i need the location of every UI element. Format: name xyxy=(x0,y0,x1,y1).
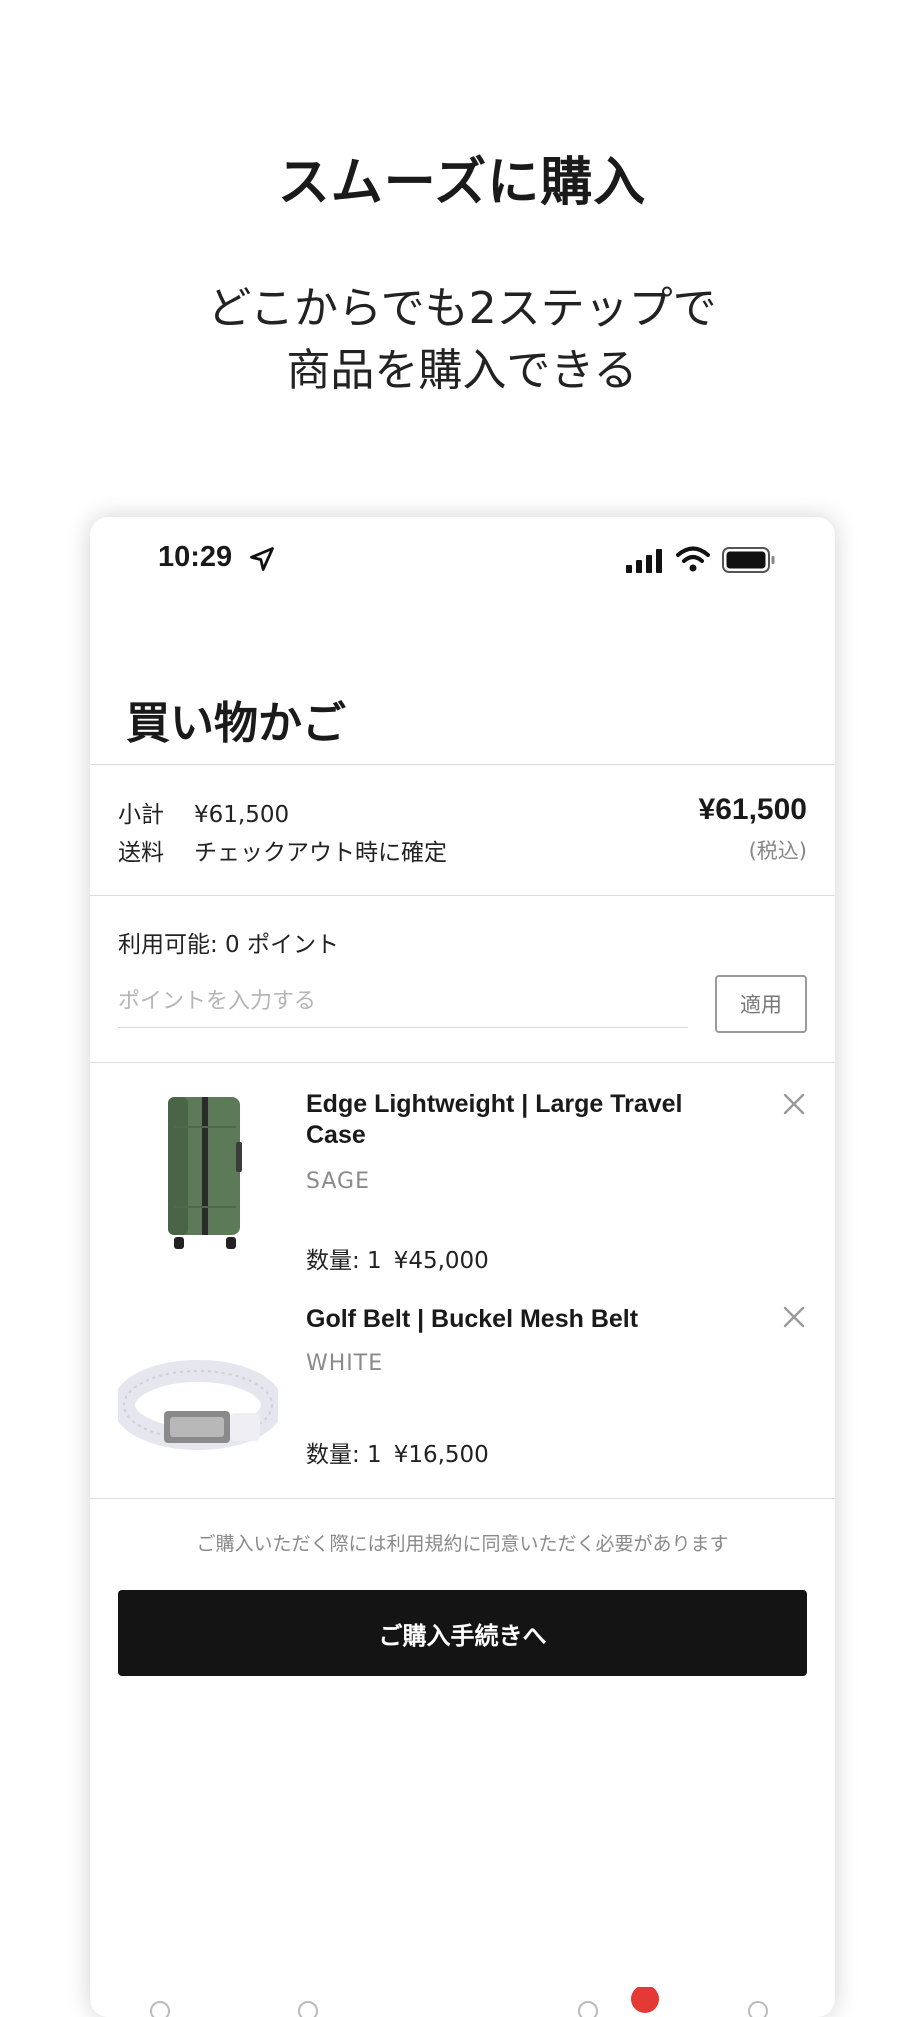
close-icon[interactable] xyxy=(781,1304,807,1330)
status-time: 10:29 xyxy=(158,541,233,573)
apply-points-button[interactable]: 適用 xyxy=(715,975,807,1033)
tab-icon-partial xyxy=(298,2001,318,2017)
tax-note: (税込) xyxy=(748,839,807,863)
item-price: ¥45,000 xyxy=(393,1248,489,1274)
divider xyxy=(90,895,835,896)
item-quantity: 数量: 1 xyxy=(306,1442,382,1468)
terms-note: ご購入いただく際には利用規約に同意いただく必要があります xyxy=(196,1533,729,1555)
item-name[interactable]: Golf Belt | Buckel Mesh Belt xyxy=(306,1304,726,1335)
divider xyxy=(90,764,835,765)
page-title: 買い物かご xyxy=(126,698,346,749)
promo-title: スムーズに購入 xyxy=(277,153,647,213)
product-image-suitcase xyxy=(168,1097,242,1249)
divider xyxy=(90,1498,835,1499)
tab-icon-partial xyxy=(150,2001,170,2017)
wifi-icon xyxy=(676,546,710,572)
product-image-belt xyxy=(118,1360,278,1450)
subtotal-value: ¥61,500 xyxy=(194,802,290,828)
item-color: WHITE xyxy=(306,1351,384,1376)
tab-icon-partial xyxy=(748,2001,768,2017)
promo-subtitle-line2: 商品を購入できる xyxy=(286,345,638,396)
battery-icon xyxy=(722,547,775,573)
checkout-button[interactable]: ご購入手続きへ xyxy=(118,1590,807,1676)
shipping-row: 送料 チェックアウト時に確定 xyxy=(118,833,447,867)
shipping-label: 送料 xyxy=(118,840,164,866)
item-name[interactable]: Edge Lightweight | Large Travel Case xyxy=(306,1089,726,1151)
item-color: SAGE xyxy=(306,1169,370,1194)
notification-badge xyxy=(631,1987,659,2013)
points-available-label: 利用可能: 0 ポイント xyxy=(118,932,340,958)
tab-bar-partial xyxy=(150,1987,768,2017)
total-price: ¥61,500 xyxy=(698,793,807,826)
item-quantity-price: 数量: 1 ¥16,500 xyxy=(306,1435,489,1469)
tab-icon-partial xyxy=(578,2001,598,2017)
item-quantity-price: 数量: 1 ¥45,000 xyxy=(306,1241,489,1275)
subtotal-row: 小計 ¥61,500 xyxy=(118,795,289,829)
item-quantity: 数量: 1 xyxy=(306,1248,382,1274)
phone-screen: 10:29 買い物かご 小計 ¥61,500 送料 チェックアウト時に確定 ¥61,… xyxy=(90,517,835,2017)
close-icon[interactable] xyxy=(781,1091,807,1117)
shipping-value: チェックアウト時に確定 xyxy=(194,840,447,866)
item-price: ¥16,500 xyxy=(393,1442,489,1468)
location-arrow-icon xyxy=(250,547,274,571)
subtotal-label: 小計 xyxy=(118,802,164,828)
points-input[interactable] xyxy=(118,975,688,1028)
promo-subtitle-line1: どこからでも2ステップで xyxy=(207,283,717,334)
signal-icon xyxy=(626,549,662,573)
status-bar: 10:29 xyxy=(90,517,835,607)
promo-subtitle: どこからでも2ステップで 商品を購入できる xyxy=(0,278,924,402)
divider xyxy=(90,1062,835,1063)
